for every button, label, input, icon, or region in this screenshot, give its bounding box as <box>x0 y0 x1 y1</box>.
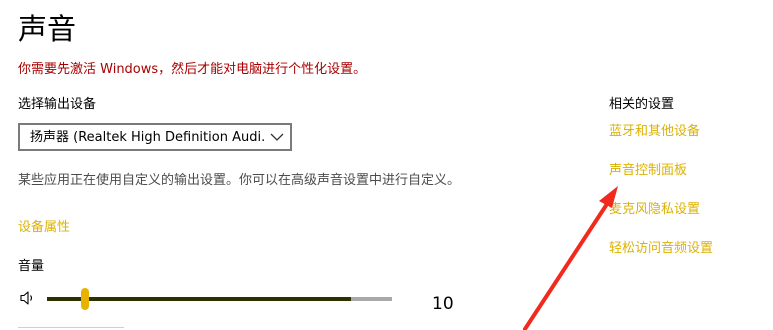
bluetooth-devices-link[interactable]: 蓝牙和其他设备 <box>609 123 700 141</box>
activation-warning: 你需要先激活 Windows，然后才能对电脑进行个性化设置。 <box>18 62 367 77</box>
accessibility-audio-link[interactable]: 轻松访问音频设置 <box>609 240 713 258</box>
sound-control-panel-link[interactable]: 声音控制面板 <box>609 162 687 180</box>
volume-value: 10 <box>432 294 454 314</box>
output-device-dropdown[interactable]: 扬声器 (Realtek High Definition Audi... <box>18 123 292 151</box>
related-settings-title: 相关的设置 <box>609 97 675 112</box>
chevron-down-icon <box>270 133 284 141</box>
volume-slider-thumb[interactable] <box>80 288 89 310</box>
volume-slider-fill <box>47 297 351 301</box>
page-title: 声音 <box>18 12 77 46</box>
output-device-selected: 扬声器 (Realtek High Definition Audi... <box>30 130 265 145</box>
volume-slider[interactable] <box>47 288 392 310</box>
divider <box>18 327 124 328</box>
microphone-privacy-link[interactable]: 麦克风隐私设置 <box>609 201 700 219</box>
volume-label: 音量 <box>18 259 45 274</box>
speaker-icon[interactable] <box>19 290 37 306</box>
device-properties-link[interactable]: 设备属性 <box>18 219 70 237</box>
output-help-text: 某些应用正在使用自定义的输出设置。你可以在高级声音设置中进行自定义。 <box>18 173 461 188</box>
output-device-label: 选择输出设备 <box>18 97 97 112</box>
